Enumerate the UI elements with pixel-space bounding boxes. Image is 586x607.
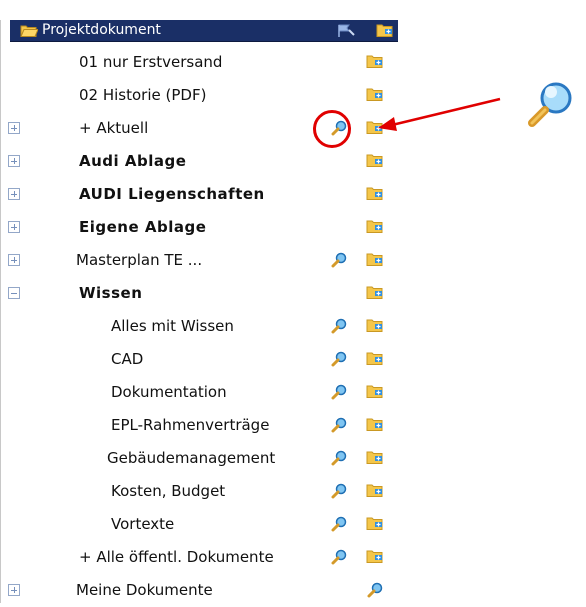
tree-row[interactable]: AUDI Liegenschaften	[0, 178, 398, 211]
expand-plus-icon[interactable]	[8, 254, 20, 266]
tree-row[interactable]: EPL-Rahmenverträge	[0, 409, 398, 442]
expand-plus-icon[interactable]	[8, 221, 20, 233]
flag-icon[interactable]	[336, 23, 356, 38]
folder-add-icon[interactable]	[366, 121, 384, 134]
expand-plus-icon[interactable]	[8, 155, 20, 167]
tree-row[interactable]: Masterplan TE ...	[0, 244, 398, 277]
folder-add-icon[interactable]	[366, 517, 384, 530]
folder-add-icon[interactable]	[366, 220, 384, 233]
search-icon[interactable]	[366, 581, 384, 599]
tree-row[interactable]: Wissen	[0, 277, 398, 310]
tree-item-label: Dokumentation	[111, 383, 227, 401]
tree-item-label: Alles mit Wissen	[111, 317, 234, 335]
tree-item-label: CAD	[111, 350, 144, 368]
search-icon[interactable]	[330, 515, 348, 533]
folder-add-icon[interactable]	[366, 352, 384, 365]
tree-header-title: Projektdokument	[42, 22, 161, 38]
tree-item-label: 01 nur Erstversand	[79, 53, 223, 71]
folder-add-icon[interactable]	[366, 319, 384, 332]
tree-item-label: Kosten, Budget	[111, 482, 226, 500]
tree-row[interactable]: Alles mit Wissen	[0, 310, 398, 343]
folder-add-icon[interactable]	[366, 88, 384, 101]
search-icon[interactable]	[330, 548, 348, 566]
tree-row[interactable]: Eigene Ablage	[0, 211, 398, 244]
tree-row[interactable]: + Alle öffentl. Dokumente	[0, 541, 398, 574]
tree-row[interactable]: 02 Historie (PDF)	[0, 79, 398, 112]
search-icon[interactable]	[330, 350, 348, 368]
folder-add-icon[interactable]	[366, 451, 384, 464]
tree-item-label: EPL-Rahmenverträge	[111, 416, 270, 434]
tree-item-label: Gebäudemanagement	[107, 449, 276, 467]
tree-item-label: Masterplan TE ...	[76, 251, 203, 269]
expand-plus-icon[interactable]	[8, 122, 20, 134]
folder-add-icon[interactable]	[366, 418, 384, 431]
tree-header[interactable]: Projektdokument	[10, 20, 398, 42]
tree-row[interactable]: CAD	[0, 343, 398, 376]
tree-item-label: + Alle öffentl. Dokumente	[79, 548, 274, 566]
tree-row[interactable]: Meine Dokumente	[0, 574, 398, 607]
tree-item-label: + Aktuell	[79, 119, 149, 137]
tree-row[interactable]: 01 nur Erstversand	[0, 46, 398, 79]
folder-add-icon[interactable]	[366, 55, 384, 68]
search-magnifier-icon	[524, 76, 578, 132]
search-icon[interactable]	[330, 416, 348, 434]
highlight-circle	[313, 110, 351, 148]
expand-plus-icon[interactable]	[8, 584, 20, 596]
tree-item-label: Eigene Ablage	[79, 218, 207, 236]
folder-add-icon[interactable]	[366, 154, 384, 167]
folder-add-icon[interactable]	[366, 385, 384, 398]
search-icon[interactable]	[330, 383, 348, 401]
folder-add-icon[interactable]	[366, 253, 384, 266]
tree-item-label: Wissen	[79, 284, 143, 302]
folder-add-icon[interactable]	[366, 187, 384, 200]
search-icon[interactable]	[330, 449, 348, 467]
search-icon[interactable]	[330, 317, 348, 335]
collapse-minus-icon[interactable]	[8, 287, 20, 299]
tree-item-label: 02 Historie (PDF)	[79, 86, 207, 104]
tree-row[interactable]: Gebäudemanagement	[0, 442, 398, 475]
tree-item-label: Vortexte	[111, 515, 175, 533]
tree-row[interactable]: Vortexte	[0, 508, 398, 541]
folder-add-icon[interactable]	[366, 286, 384, 299]
folder-add-icon[interactable]	[366, 484, 384, 497]
expand-plus-icon[interactable]	[8, 188, 20, 200]
folder-add-icon[interactable]	[366, 550, 384, 563]
tree-row[interactable]: Kosten, Budget	[0, 475, 398, 508]
folder-open-icon	[20, 24, 38, 38]
folder-add-icon[interactable]	[376, 24, 394, 37]
search-icon[interactable]	[330, 482, 348, 500]
tree-item-label: Meine Dokumente	[76, 581, 213, 599]
tree-row[interactable]: Dokumentation	[0, 376, 398, 409]
search-icon[interactable]	[330, 251, 348, 269]
tree-item-label: AUDI Liegenschaften	[79, 185, 265, 203]
tree-row[interactable]: Audi Ablage	[0, 145, 398, 178]
tree-item-label: Audi Ablage	[79, 152, 187, 170]
